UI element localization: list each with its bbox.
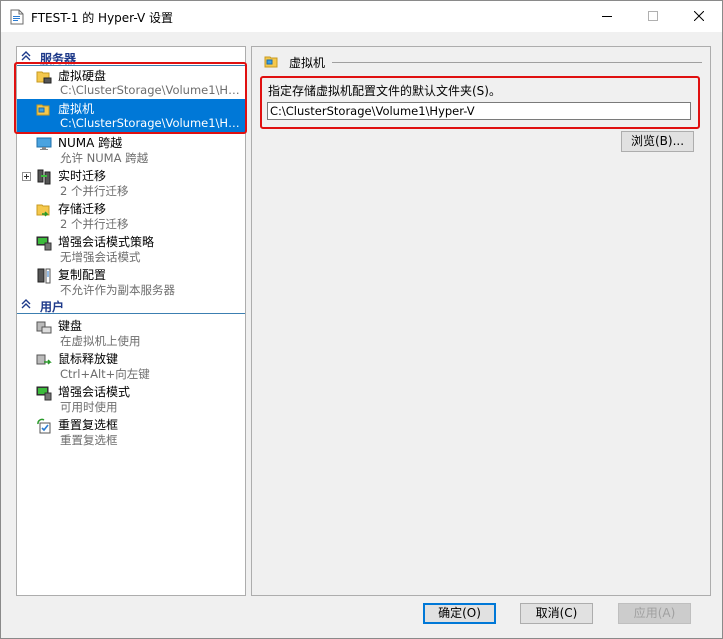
settings-tree[interactable]: 服务器 虚拟硬盘 C:\ClusterStorage\Volume1\Hyper… bbox=[16, 46, 246, 596]
tree-item-label: 重置复选框 bbox=[58, 418, 119, 432]
expand-toggle[interactable] bbox=[22, 172, 31, 181]
tree-item-numa-spanning[interactable]: NUMA 跨越 允许 NUMA 跨越 bbox=[17, 133, 245, 166]
tree-item-sub: C:\ClusterStorage\Volume1\Hyper... bbox=[60, 83, 240, 97]
enhanced-session-icon bbox=[36, 386, 52, 401]
tree-item-label: 复制配置 bbox=[58, 268, 107, 282]
virtual-machine-folder-icon bbox=[264, 56, 278, 68]
tree-item-label: 虚拟机 bbox=[58, 102, 95, 116]
tree-item-sub: 在虚拟机上使用 bbox=[60, 334, 141, 348]
heading-divider bbox=[332, 62, 702, 63]
tree-item-sub: 2 个并行迁移 bbox=[60, 184, 129, 198]
tree-item-live-migration[interactable]: 实时迁移 2 个并行迁移 bbox=[17, 166, 245, 199]
ok-button[interactable]: 确定(O) bbox=[423, 603, 496, 624]
tree-item-label: 虚拟硬盘 bbox=[58, 69, 107, 83]
tree-item-sub: 不允许作为副本服务器 bbox=[60, 283, 175, 297]
numa-monitor-icon bbox=[36, 137, 52, 150]
tree-item-label: 存储迁移 bbox=[58, 202, 107, 216]
tree-item-sub: 重置复选框 bbox=[60, 433, 118, 447]
tree-item-label: 增强会话模式策略 bbox=[58, 235, 155, 249]
minimize-button[interactable] bbox=[584, 1, 630, 32]
tree-item-sub: 可用时使用 bbox=[60, 400, 118, 414]
tree-item-enhanced-session-policy[interactable]: 增强会话模式策略 无增强会话模式 bbox=[17, 232, 245, 265]
collapse-chevron-icon bbox=[21, 299, 31, 309]
tree-item-label: 键盘 bbox=[58, 319, 83, 333]
enhanced-session-policy-icon bbox=[36, 236, 52, 251]
tree-item-sub: 允许 NUMA 跨越 bbox=[60, 151, 149, 165]
maximize-icon bbox=[648, 11, 658, 21]
mouse-release-key-icon bbox=[36, 354, 52, 365]
tree-item-sub: 2 个并行迁移 bbox=[60, 217, 129, 231]
close-button[interactable] bbox=[676, 1, 722, 32]
settings-document-icon bbox=[10, 9, 24, 25]
section-header-server[interactable]: 服务器 bbox=[17, 50, 245, 66]
panel-heading: 虚拟机 bbox=[289, 56, 326, 70]
browse-button[interactable]: 浏览(B)... bbox=[621, 131, 694, 152]
tree-item-label: 鼠标释放键 bbox=[58, 352, 119, 366]
close-icon bbox=[694, 11, 704, 21]
reset-checkbox-icon bbox=[37, 418, 51, 434]
section-header-user[interactable]: 用户 bbox=[17, 298, 245, 314]
tree-item-replication-configuration[interactable]: 复制配置 不允许作为副本服务器 bbox=[17, 265, 245, 298]
tree-item-reset-check-boxes[interactable]: 重置复选框 重置复选框 bbox=[17, 415, 245, 448]
tree-item-sub: C:\ClusterStorage\Volume1\Hyper-V bbox=[60, 116, 240, 130]
panel-description: 指定存储虚拟机配置文件的默认文件夹(S)。 bbox=[268, 84, 501, 98]
virtual-hard-disk-icon bbox=[36, 71, 52, 84]
maximize-button[interactable] bbox=[630, 1, 676, 32]
live-migration-icon bbox=[37, 169, 51, 185]
section-label: 服务器 bbox=[40, 52, 77, 66]
tree-item-label: NUMA 跨越 bbox=[58, 136, 123, 150]
tree-item-virtual-hard-disks[interactable]: 虚拟硬盘 C:\ClusterStorage\Volume1\Hyper... bbox=[17, 66, 245, 99]
tree-item-sub: 无增强会话模式 bbox=[60, 250, 141, 264]
tree-item-enhanced-session[interactable]: 增强会话模式 可用时使用 bbox=[17, 382, 245, 415]
replication-config-icon bbox=[37, 268, 51, 284]
apply-button[interactable]: 应用(A) bbox=[618, 603, 691, 624]
detail-panel: 虚拟机 指定存储虚拟机配置文件的默认文件夹(S)。 浏览(B)... bbox=[251, 46, 711, 596]
cancel-button[interactable]: 取消(C) bbox=[520, 603, 593, 624]
hyperv-settings-window: FTEST-1 的 Hyper-V 设置 服务器 虚拟硬盘 C:\Cluster… bbox=[0, 0, 723, 639]
tree-item-label: 增强会话模式 bbox=[58, 385, 131, 399]
keyboard-icon bbox=[36, 321, 52, 334]
tree-item-sub: Ctrl+Alt+向左键 bbox=[60, 367, 150, 381]
storage-migration-icon bbox=[36, 204, 50, 217]
tree-item-virtual-machines[interactable]: 虚拟机 C:\ClusterStorage\Volume1\Hyper-V bbox=[17, 99, 245, 132]
minimize-icon bbox=[602, 16, 612, 17]
virtual-machine-folder-icon bbox=[36, 104, 50, 116]
tree-item-label: 实时迁移 bbox=[58, 169, 107, 183]
tree-item-storage-migration[interactable]: 存储迁移 2 个并行迁移 bbox=[17, 199, 245, 232]
tree-item-mouse-release-key[interactable]: 鼠标释放键 Ctrl+Alt+向左键 bbox=[17, 349, 245, 382]
title-bar: FTEST-1 的 Hyper-V 设置 bbox=[1, 1, 722, 32]
tree-item-keyboard[interactable]: 键盘 在虚拟机上使用 bbox=[17, 316, 245, 349]
vm-folder-path-input[interactable] bbox=[267, 102, 691, 120]
section-label: 用户 bbox=[40, 300, 65, 314]
collapse-chevron-icon bbox=[21, 51, 31, 61]
window-title: FTEST-1 的 Hyper-V 设置 bbox=[31, 11, 173, 25]
